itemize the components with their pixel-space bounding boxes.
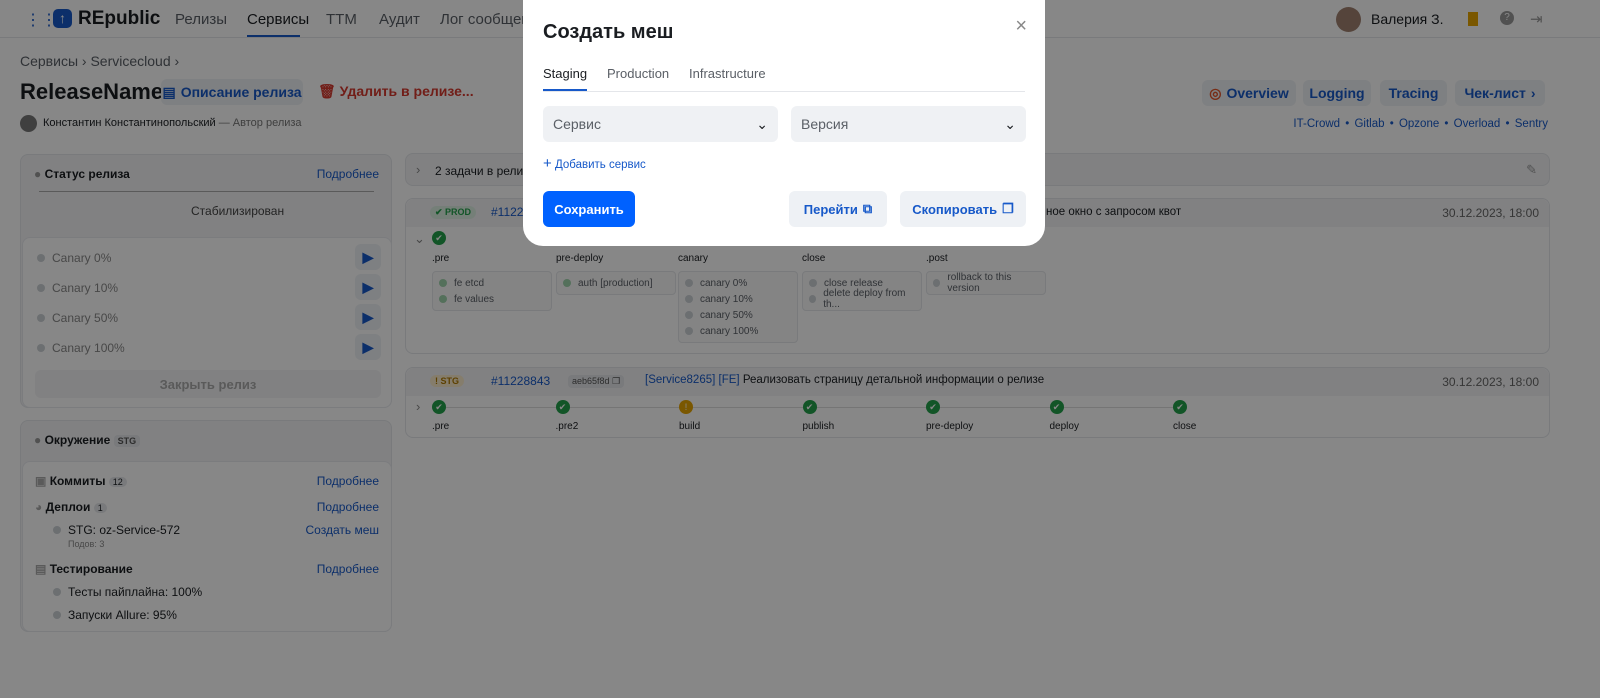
close-icon[interactable]: × [1015,15,1027,38]
plus-icon: + [543,155,552,172]
tab-staging[interactable]: Staging [543,66,587,81]
chevron-down-icon: ⌄ [1004,115,1016,132]
copy-button[interactable]: Скопировать ❐ [900,191,1026,227]
add-service-button[interactable]: + Добавить сервис [543,155,646,172]
tab-infrastructure[interactable]: Infrastructure [689,66,766,81]
tab-production[interactable]: Production [607,66,669,81]
modal-title: Создать меш [543,21,674,43]
version-select[interactable]: Версия ⌄ [791,106,1026,142]
chevron-down-icon: ⌄ [756,115,768,132]
save-button[interactable]: Сохранить [543,191,635,227]
external-link-icon: ⧉ [862,201,873,216]
service-select[interactable]: Сервис ⌄ [543,106,778,142]
create-mesh-modal: Создать меш × Staging Production Infrast… [523,0,1045,246]
copy-icon: ❐ [1002,201,1014,216]
goto-button[interactable]: Перейти ⧉ [789,191,887,227]
